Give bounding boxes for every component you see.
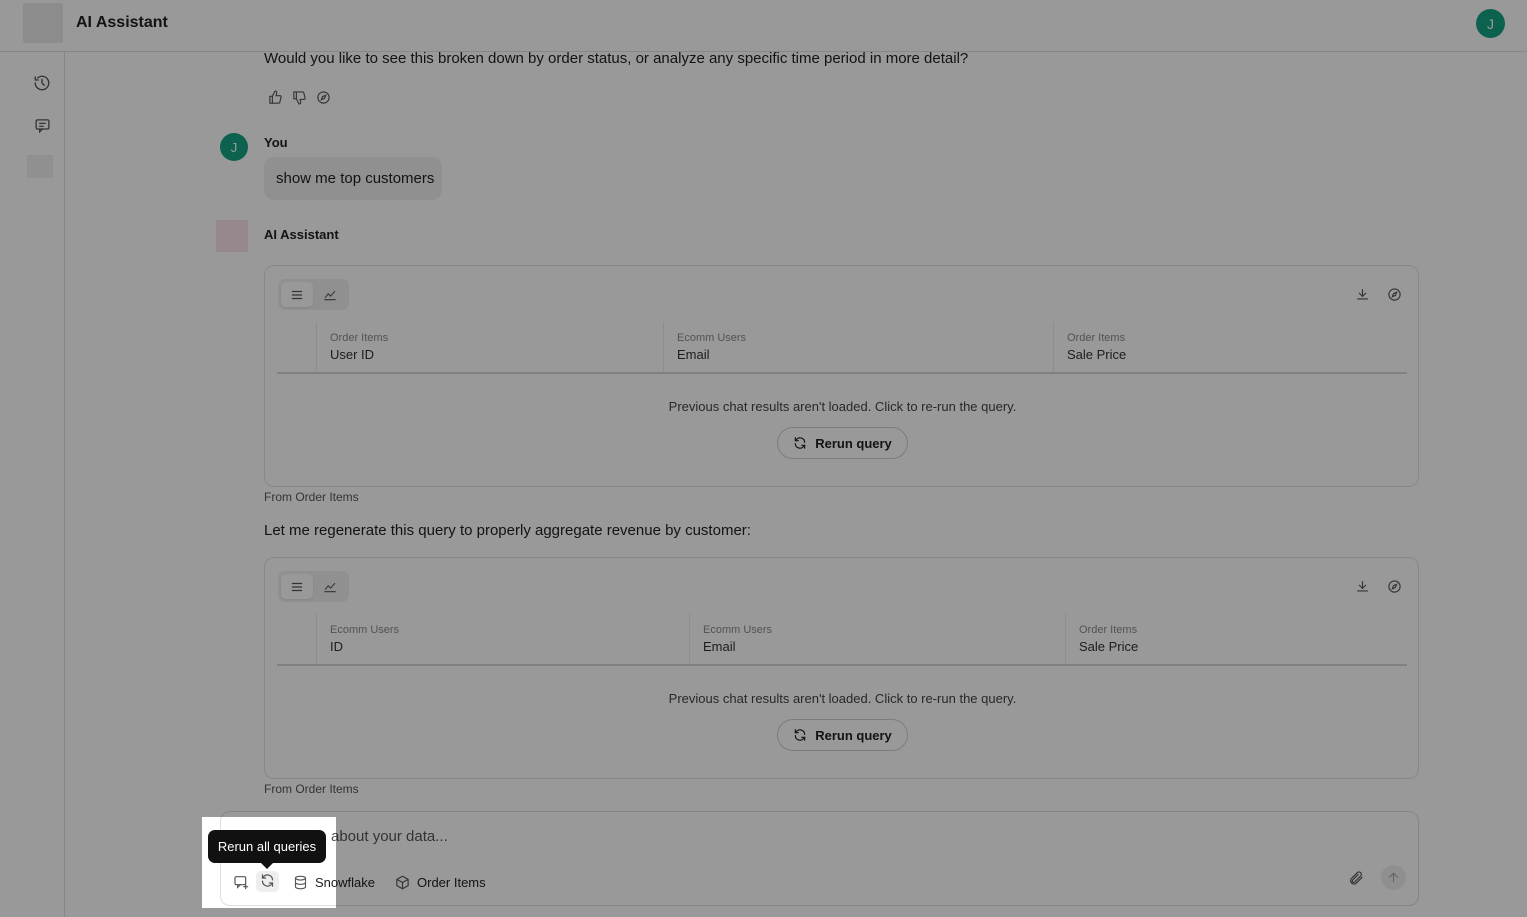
table-header: Ecomm Users ID Ecomm Users Email Order I… bbox=[277, 614, 1407, 666]
user-name-label: You bbox=[264, 135, 288, 150]
column-header[interactable]: Ecomm Users Email bbox=[689, 614, 1065, 664]
user-avatar[interactable]: J bbox=[1476, 9, 1505, 38]
download-icon[interactable] bbox=[1353, 577, 1371, 595]
history-icon[interactable] bbox=[28, 69, 56, 97]
table-view-icon[interactable] bbox=[281, 574, 313, 599]
user-message-avatar: J bbox=[220, 133, 248, 161]
query-result-card: Order Items User ID Ecomm Users Email Or… bbox=[264, 265, 1419, 487]
rerun-all-queries-icon[interactable] bbox=[260, 873, 276, 889]
send-button[interactable] bbox=[1381, 865, 1406, 890]
datasource-label: Snowflake bbox=[315, 874, 375, 890]
model-label: Order Items bbox=[417, 874, 486, 890]
view-toggle bbox=[278, 571, 349, 602]
download-icon[interactable] bbox=[1353, 285, 1371, 303]
thumbs-up-icon[interactable] bbox=[266, 88, 284, 106]
column-header[interactable]: Ecomm Users Email bbox=[663, 322, 1053, 372]
query-result-card: Ecomm Users ID Ecomm Users Email Order I… bbox=[264, 557, 1419, 779]
app-title: AI Assistant bbox=[76, 14, 168, 31]
column-header[interactable]: Ecomm Users ID bbox=[316, 614, 690, 664]
column-header[interactable]: Order Items Sale Price bbox=[1065, 614, 1403, 664]
rerun-query-button[interactable]: Rerun query bbox=[777, 719, 908, 751]
user-message-bubble: show me top customers bbox=[264, 157, 442, 200]
assistant-avatar bbox=[216, 220, 248, 252]
explore-icon[interactable] bbox=[314, 88, 332, 106]
explore-icon[interactable] bbox=[1385, 577, 1403, 595]
sidebar-placeholder bbox=[27, 155, 53, 178]
assistant-message-text: Let me regenerate this query to properly… bbox=[264, 522, 751, 539]
results-not-loaded-message: Previous chat results aren't loaded. Cli… bbox=[668, 691, 1017, 706]
table-header: Order Items User ID Ecomm Users Email Or… bbox=[277, 322, 1407, 374]
app-header: AI Assistant J bbox=[0, 0, 1527, 52]
view-toggle bbox=[278, 279, 349, 310]
refresh-icon bbox=[794, 729, 806, 741]
assistant-name-label: AI Assistant bbox=[264, 227, 339, 242]
model-selector[interactable]: Order Items bbox=[395, 873, 486, 891]
rerun-query-button[interactable]: Rerun query bbox=[777, 427, 908, 459]
refresh-icon bbox=[794, 437, 806, 449]
arrow-up-icon bbox=[1389, 872, 1398, 883]
assistant-followup-text: Would you like to see this broken down b… bbox=[264, 50, 969, 67]
rerun-query-label: Rerun query bbox=[815, 435, 892, 451]
explore-icon[interactable] bbox=[1385, 285, 1403, 303]
rerun-query-label: Rerun query bbox=[815, 727, 892, 743]
column-header[interactable]: Order Items Sale Price bbox=[1053, 322, 1403, 372]
paperclip-icon[interactable] bbox=[1347, 869, 1365, 887]
datasource-selector[interactable]: Snowflake bbox=[293, 873, 375, 891]
database-icon bbox=[294, 875, 307, 889]
table-view-icon[interactable] bbox=[281, 282, 313, 307]
thumbs-down-icon[interactable] bbox=[290, 88, 308, 106]
new-chat-icon[interactable] bbox=[28, 111, 56, 139]
app-logo bbox=[23, 3, 63, 43]
message-input[interactable]: about your data... bbox=[331, 828, 448, 845]
source-label: From Order Items bbox=[264, 782, 359, 796]
sidebar bbox=[0, 52, 65, 917]
chart-view-icon[interactable] bbox=[314, 574, 346, 599]
new-thread-icon[interactable] bbox=[233, 873, 249, 891]
results-not-loaded-message: Previous chat results aren't loaded. Cli… bbox=[668, 399, 1017, 414]
column-header[interactable]: Order Items User ID bbox=[316, 322, 664, 372]
rerun-all-tooltip: Rerun all queries bbox=[208, 830, 326, 869]
chat-area: Would you like to see this broken down b… bbox=[66, 50, 1527, 917]
source-label: From Order Items bbox=[264, 490, 359, 504]
chart-view-icon[interactable] bbox=[314, 282, 346, 307]
cube-icon bbox=[396, 875, 409, 889]
message-composer[interactable]: about your data... Snowflake Order Items bbox=[220, 811, 1419, 906]
